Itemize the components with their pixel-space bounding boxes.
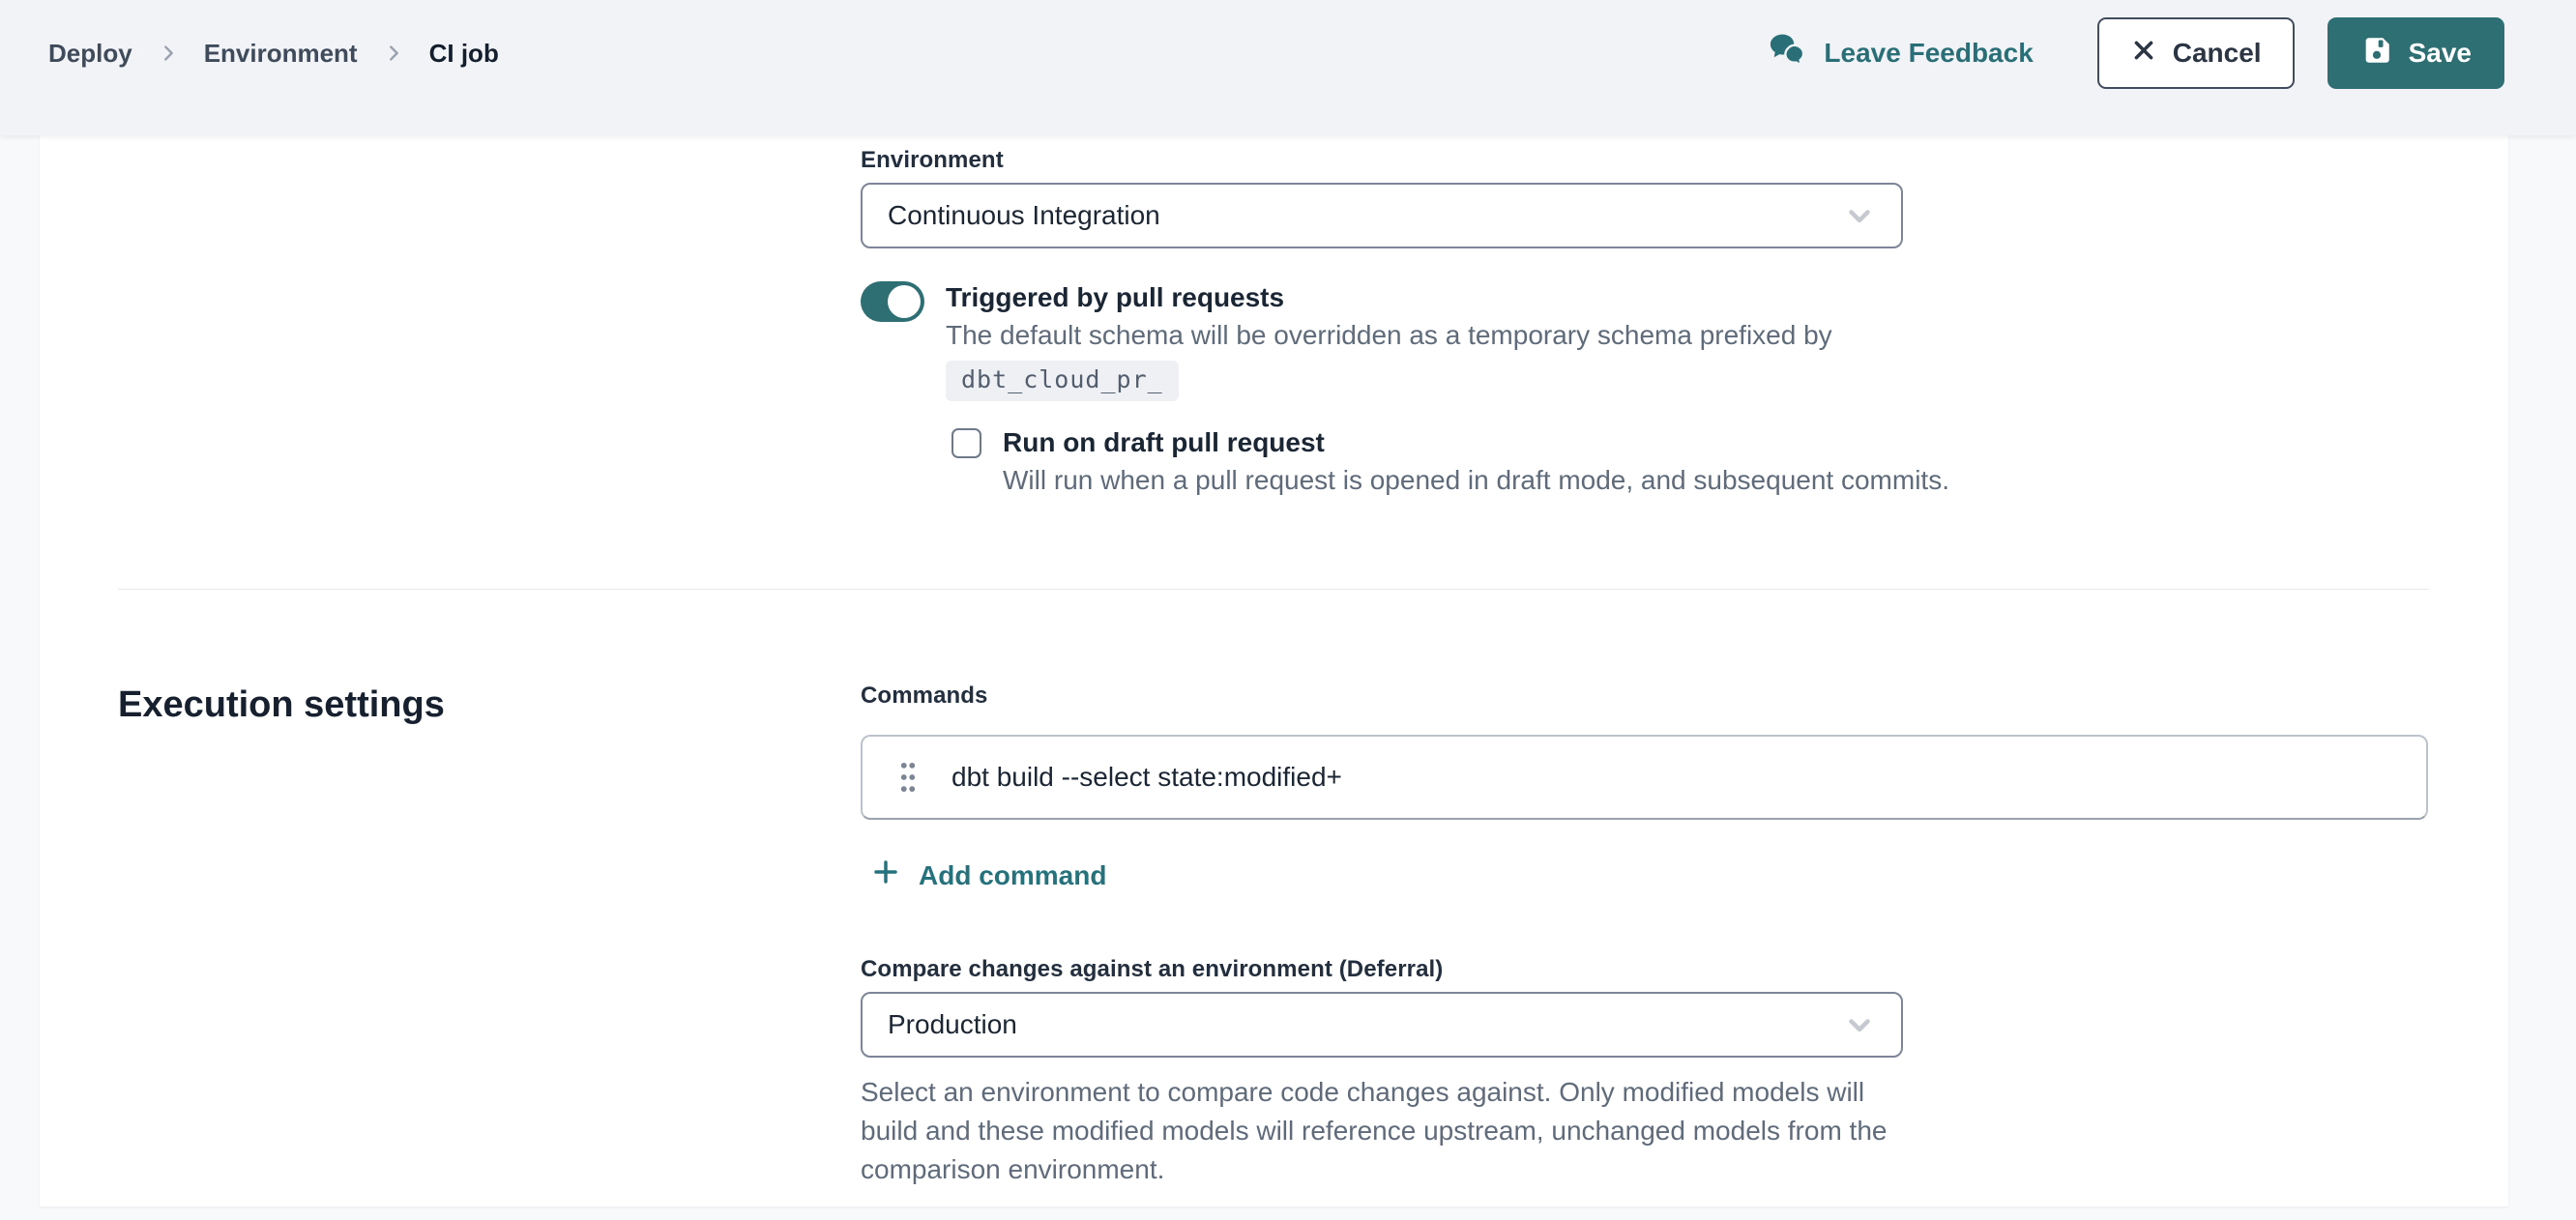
schema-prefix-code: dbt_cloud_pr_ <box>946 361 1179 401</box>
command-row: dbt build --select state:modified+ <box>861 735 2428 820</box>
add-command-button[interactable]: Add command <box>870 857 1106 894</box>
environment-select-value: Continuous Integration <box>888 200 1160 231</box>
pr-trigger-description: The default schema will be overridden as… <box>946 316 1832 355</box>
save-button[interactable]: Save <box>2327 17 2504 89</box>
cancel-button[interactable]: Cancel <box>2097 17 2295 89</box>
draft-pr-checkbox[interactable] <box>951 428 981 458</box>
breadcrumb: Deploy Environment CI job <box>48 39 499 69</box>
environment-select[interactable]: Continuous Integration <box>861 183 1903 248</box>
drag-handle-icon[interactable] <box>890 755 926 799</box>
draft-pr-row: Run on draft pull request Will run when … <box>951 424 2437 500</box>
pr-trigger-title: Triggered by pull requests <box>946 279 1832 316</box>
chevron-down-icon <box>1843 199 1876 232</box>
add-command-label: Add command <box>919 860 1106 891</box>
breadcrumb-ci-job: CI job <box>429 39 499 69</box>
save-label: Save <box>2409 38 2472 69</box>
cancel-label: Cancel <box>2173 38 2262 69</box>
page-background: Environment Continuous Integration Trigg… <box>0 135 2576 1220</box>
deferral-help-text: Select an environment to compare code ch… <box>861 1073 1895 1189</box>
close-icon <box>2130 37 2157 71</box>
pr-trigger-toggle[interactable] <box>861 281 924 322</box>
deferral-select[interactable]: Production <box>861 992 1903 1058</box>
environment-section: Environment Continuous Integration Trigg… <box>40 147 2508 500</box>
deferral-label: Compare changes against an environment (… <box>861 956 2437 983</box>
header-actions: Leave Feedback Cancel Save <box>1766 17 2504 89</box>
chat-bubbles-icon <box>1766 31 1808 76</box>
leave-feedback-link[interactable]: Leave Feedback <box>1766 31 2033 76</box>
draft-pr-description: Will run when a pull request is opened i… <box>1003 461 1949 500</box>
execution-settings-heading: Execution settings <box>118 683 861 727</box>
commands-label: Commands <box>861 683 2437 710</box>
command-input[interactable]: dbt build --select state:modified+ <box>951 762 2399 793</box>
execution-settings-section: Execution settings Commands dbt build --… <box>40 590 2508 1189</box>
chevron-down-icon <box>1843 1008 1876 1041</box>
breadcrumb-deploy[interactable]: Deploy <box>48 39 132 69</box>
chevron-right-icon <box>383 43 404 64</box>
environment-label: Environment <box>861 147 2437 174</box>
settings-card: Environment Continuous Integration Trigg… <box>40 135 2508 1206</box>
deferral-select-value: Production <box>888 1009 1017 1040</box>
leave-feedback-label: Leave Feedback <box>1824 38 2033 69</box>
save-disk-icon <box>2360 34 2393 73</box>
plus-icon <box>870 857 901 894</box>
pr-trigger-row: Triggered by pull requests The default s… <box>861 279 2437 401</box>
breadcrumb-environment[interactable]: Environment <box>204 39 358 69</box>
toggle-knob <box>888 285 921 318</box>
chevron-right-icon <box>158 43 179 64</box>
top-bar: Deploy Environment CI job Leave Feedback… <box>0 0 2576 135</box>
draft-pr-title: Run on draft pull request <box>1003 424 1949 461</box>
